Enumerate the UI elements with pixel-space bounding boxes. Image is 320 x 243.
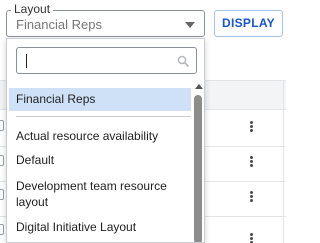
list-separator bbox=[16, 116, 191, 117]
kebab-menu-icon[interactable] bbox=[250, 233, 254, 243]
text-cursor bbox=[26, 54, 27, 68]
list-item-development-team-resource-layout[interactable]: Development team resource layout bbox=[9, 178, 185, 210]
kebab-menu-icon[interactable] bbox=[250, 191, 254, 203]
scrollbar-thumb[interactable] bbox=[194, 95, 202, 242]
layout-dropdown: Financial Reps Actual resource availabil… bbox=[6, 38, 205, 243]
kebab-menu-icon[interactable] bbox=[250, 156, 254, 168]
list-item-digital-initiative-layout[interactable]: Digital Initiative Layout bbox=[9, 219, 191, 235]
scroll-up-arrow-icon[interactable] bbox=[195, 84, 203, 89]
layout-search-input[interactable] bbox=[16, 47, 197, 74]
search-icon bbox=[177, 55, 189, 67]
layout-select-value: Financial Reps bbox=[16, 17, 102, 32]
kebab-menu-icon[interactable] bbox=[250, 121, 254, 133]
list-item-financial-reps[interactable]: Financial Reps bbox=[9, 88, 191, 111]
layout-label: Layout bbox=[11, 2, 54, 16]
caret-down-icon[interactable] bbox=[185, 22, 195, 28]
row-checkbox[interactable] bbox=[0, 120, 4, 131]
row-checkbox[interactable] bbox=[0, 224, 4, 235]
list-item-default[interactable]: Default bbox=[9, 152, 191, 168]
list-item-actual-resource-availability[interactable]: Actual resource availability bbox=[9, 128, 191, 144]
display-button[interactable]: DISPLAY bbox=[214, 10, 283, 37]
table-divider bbox=[283, 80, 284, 243]
row-checkbox[interactable] bbox=[0, 189, 4, 200]
row-checkbox[interactable] bbox=[0, 155, 4, 166]
